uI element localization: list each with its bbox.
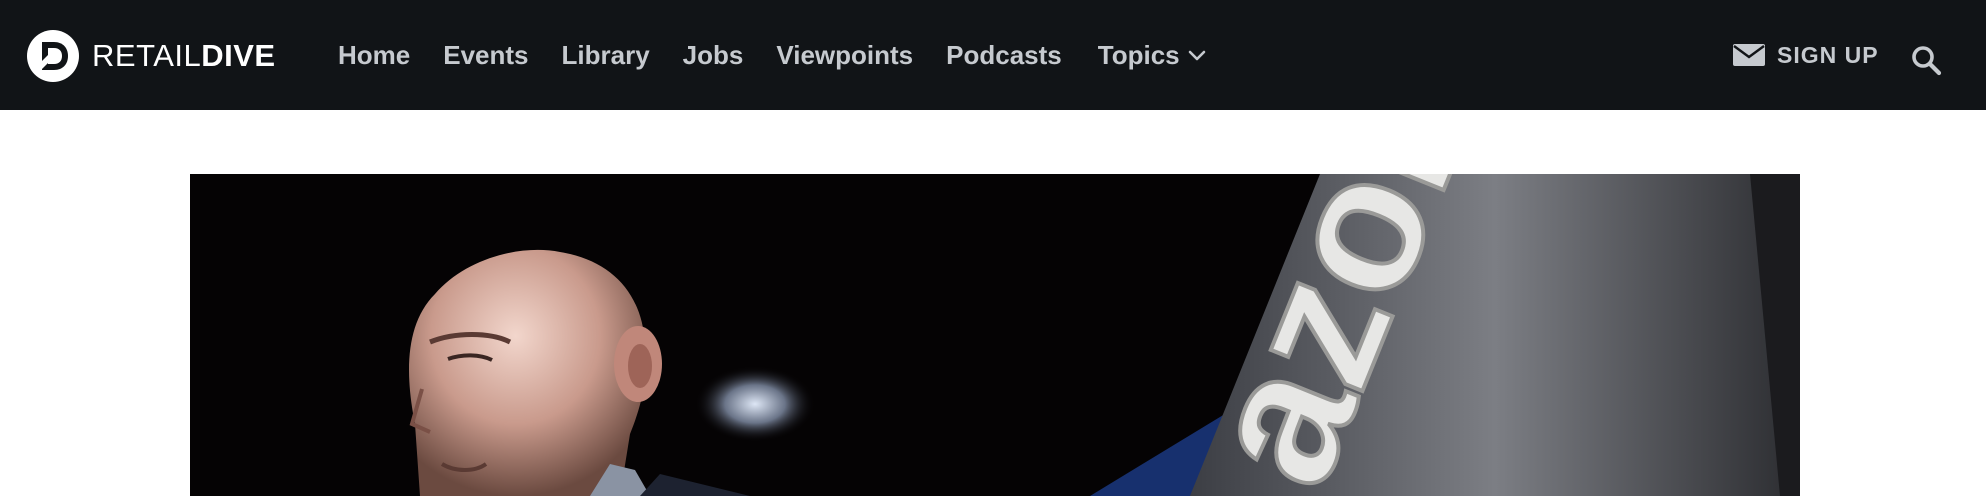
logo-wordmark-light: RETAIL xyxy=(92,38,202,73)
nav-item-topics[interactable]: Topics xyxy=(1098,40,1206,71)
nav-item-jobs[interactable]: Jobs xyxy=(683,40,744,71)
site-header: RETAILDIVE Home Events Library Jobs View… xyxy=(0,0,1986,110)
nav-item-library[interactable]: Library xyxy=(562,40,650,71)
nav-item-viewpoints[interactable]: Viewpoints xyxy=(776,40,913,71)
search-icon[interactable] xyxy=(1910,44,1942,76)
logo-wordmark-bold: DIVE xyxy=(201,38,276,73)
nav-item-events[interactable]: Events xyxy=(443,40,528,71)
chevron-down-icon xyxy=(1188,50,1205,61)
sign-up-label: SIGN UP xyxy=(1777,41,1879,68)
logo-wordmark: RETAILDIVE xyxy=(92,38,276,74)
photo-speaker-in-front-of-amazon-sign: azon xyxy=(190,174,1800,496)
nav-item-topics-label: Topics xyxy=(1097,39,1180,70)
retail-dive-d-logo-icon xyxy=(27,30,79,82)
main-nav: Home Events Library Jobs Viewpoints Podc… xyxy=(338,0,1239,110)
nav-item-podcasts[interactable]: Podcasts xyxy=(946,40,1062,71)
sign-up-button[interactable]: SIGN UP xyxy=(1733,0,1879,110)
nav-item-home[interactable]: Home xyxy=(338,40,410,71)
mail-icon xyxy=(1733,44,1765,66)
site-logo[interactable]: RETAILDIVE xyxy=(26,28,276,84)
hero-image: azon xyxy=(190,174,1800,496)
